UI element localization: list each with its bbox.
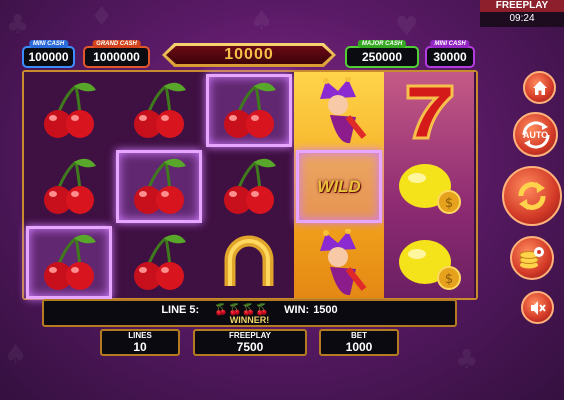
win-bar: LINE 5: 🍒🍒🍒🍒 WIN: 1500 WINNER! xyxy=(42,299,457,327)
horseshoe-symbol xyxy=(206,226,292,299)
cherry-icon xyxy=(134,82,186,138)
reel-4: WILD xyxy=(294,72,384,298)
spin-icon xyxy=(518,182,546,210)
freeplay-mode-label: FREEPLAY xyxy=(480,0,564,12)
joker-symbol xyxy=(296,226,382,299)
jackpot-minor-label: MINI CASH xyxy=(430,40,470,48)
jackpot-main-banner: 10000 xyxy=(162,43,336,67)
lemon-icon: $ xyxy=(399,239,461,290)
svg-text:$: $ xyxy=(445,196,453,211)
jackpot-major: MAJOR CASH 250000 xyxy=(345,40,419,68)
clock-time: 09:24 xyxy=(509,13,535,24)
bet-value: 1000 xyxy=(345,340,373,354)
jackpot-grand-label: GRAND CASH xyxy=(92,40,141,48)
home-button[interactable] xyxy=(523,71,556,104)
cherry-icon xyxy=(134,158,186,214)
mute-icon xyxy=(530,300,546,315)
cherry-icon xyxy=(44,158,96,214)
cherry-icon xyxy=(44,82,96,138)
reel-2 xyxy=(114,72,204,298)
autoplay-button[interactable]: AUTO xyxy=(513,112,558,157)
bet-settings-button[interactable] xyxy=(510,236,554,280)
horseshoe-icon xyxy=(224,235,274,286)
cherry-symbol xyxy=(116,226,202,299)
game-stage: ♣ ♦ ♠ ♥ ♠ ♣ FREEPLAY 09:24 MINI CASH 100… xyxy=(0,0,564,400)
diamond-bg-icon: ♦ xyxy=(90,2,114,32)
joker-symbol xyxy=(296,74,382,147)
cherry-icon xyxy=(134,234,186,290)
reel-1 xyxy=(24,72,114,299)
lemon-icon: $ xyxy=(399,163,461,214)
jackpot-mini: MINI CASH 100000 xyxy=(22,40,75,68)
heart-bg-icon: ♥ xyxy=(395,12,419,42)
seven-icon xyxy=(406,84,454,139)
home-icon xyxy=(532,80,547,95)
freeplay-panel: FREEPLAY 7500 xyxy=(193,329,307,356)
wild-symbol: WILD xyxy=(296,150,382,223)
spade-bg-icon: ♠ xyxy=(4,340,28,370)
reel-frame: WILD $ $ xyxy=(22,70,478,300)
joker-icon xyxy=(320,76,367,143)
jackpot-major-value: 250000 xyxy=(361,50,403,64)
jackpot-mini-value: 100000 xyxy=(28,50,69,64)
autoplay-label: AUTO xyxy=(522,129,549,140)
jackpot-minor: MINI CASH 30000 xyxy=(425,40,475,68)
club-bg-icon: ♣ xyxy=(455,345,479,375)
bet-panel[interactable]: BET 1000 xyxy=(319,329,399,356)
lines-panel: LINES 10 xyxy=(100,329,180,356)
cherry-symbol xyxy=(26,150,112,223)
cherry-icon xyxy=(224,82,276,138)
freeplay-value: 7500 xyxy=(236,340,264,354)
jackpot-grand: GRAND CASH 1000000 xyxy=(83,40,150,68)
lines-value: 10 xyxy=(133,340,147,354)
cherry-icon xyxy=(44,234,96,290)
svg-text:$: $ xyxy=(445,272,453,287)
spade-bg-icon: ♠ xyxy=(250,6,274,36)
reel-5: $ $ xyxy=(384,72,474,298)
jackpot-grand-value: 1000000 xyxy=(93,50,140,64)
cherry-symbol xyxy=(206,150,292,223)
lemon-symbol: $ xyxy=(386,150,472,223)
reel-area: WILD $ $ xyxy=(24,72,476,299)
spin-button[interactable] xyxy=(502,166,562,226)
club-bg-icon: ♣ xyxy=(6,10,30,40)
cherry-symbol xyxy=(116,150,202,223)
jackpot-main-value: 10000 xyxy=(166,46,332,64)
lemon-symbol: $ xyxy=(386,226,472,299)
jackpot-minor-value: 30000 xyxy=(433,50,467,64)
freeplay-clock: FREEPLAY 09:24 xyxy=(480,0,564,27)
cherry-symbol xyxy=(116,74,202,147)
jackpot-major-label: MAJOR CASH xyxy=(357,40,407,48)
cherry-symbol xyxy=(26,226,112,299)
seven-symbol xyxy=(386,74,472,147)
joker-icon xyxy=(320,228,367,295)
cherry-icon xyxy=(224,158,276,214)
coins-settings-icon xyxy=(519,247,544,269)
jackpot-mini-label: MINI CASH xyxy=(28,40,69,48)
cherry-symbol xyxy=(26,74,112,147)
wild-text: WILD xyxy=(317,176,361,196)
reel-3 xyxy=(204,72,294,298)
winner-text: WINNER! xyxy=(229,315,270,325)
cherry-symbol xyxy=(206,74,292,147)
sound-button[interactable] xyxy=(521,291,554,324)
